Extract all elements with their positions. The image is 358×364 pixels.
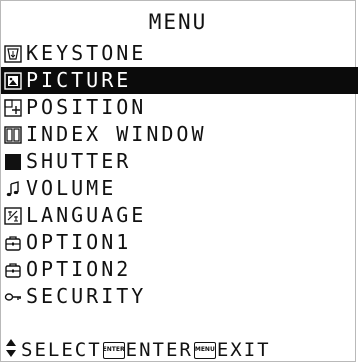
language-icon — [4, 206, 22, 225]
enter-key-icon: ENTER — [102, 341, 125, 359]
menu-list: KEYSTONE PICTURE POSITION INDEX WINDOW S… — [1, 40, 358, 310]
menu-key-icon: MENU — [193, 341, 216, 359]
menu-item-keystone[interactable]: KEYSTONE — [4, 40, 354, 67]
menu-item-language[interactable]: LANGUAGE — [4, 202, 354, 229]
menu-item-shutter[interactable]: SHUTTER — [4, 148, 354, 175]
index-window-icon — [4, 125, 22, 144]
exit-hint: EXIT — [216, 339, 271, 361]
projector-menu-panel: MENU KEYSTONE PICTURE POSITION INDEX WIN… — [0, 0, 358, 362]
volume-icon — [4, 180, 22, 198]
menu-title: MENU — [148, 10, 208, 34]
shutter-icon — [4, 153, 22, 171]
option-icon — [4, 234, 22, 252]
position-icon — [4, 98, 22, 117]
menu-item-label: KEYSTONE — [26, 41, 147, 65]
menu-item-option1[interactable]: OPTION1 — [4, 229, 354, 256]
keystone-icon — [4, 44, 22, 63]
menu-item-label: OPTION2 — [26, 257, 132, 281]
menu-item-label: SHUTTER — [26, 149, 132, 173]
menu-item-label: PICTURE — [26, 68, 132, 92]
menu-item-label: INDEX WINDOW — [26, 122, 207, 146]
menu-footer: SELECT ENTER ENTER MENU EXIT — [5, 338, 271, 362]
menu-item-volume[interactable]: VOLUME — [4, 175, 354, 202]
menu-item-index-window[interactable]: INDEX WINDOW — [4, 121, 354, 148]
menu-item-security[interactable]: SECURITY — [4, 283, 354, 310]
enter-hint: ENTER — [125, 339, 193, 361]
menu-item-label: OPTION1 — [26, 230, 132, 254]
menu-item-label: LANGUAGE — [26, 203, 147, 227]
updown-arrows-icon — [5, 338, 21, 362]
menu-item-option2[interactable]: OPTION2 — [4, 256, 354, 283]
menu-item-label: SECURITY — [26, 284, 147, 308]
menu-item-position[interactable]: POSITION — [4, 94, 354, 121]
select-hint: SELECT — [21, 339, 102, 361]
picture-icon — [4, 71, 22, 90]
menu-item-label: VOLUME — [26, 176, 117, 200]
option-icon — [4, 261, 22, 279]
key-icon — [4, 288, 22, 306]
menu-item-label: POSITION — [26, 95, 147, 119]
menu-item-picture[interactable]: PICTURE — [1, 67, 358, 94]
